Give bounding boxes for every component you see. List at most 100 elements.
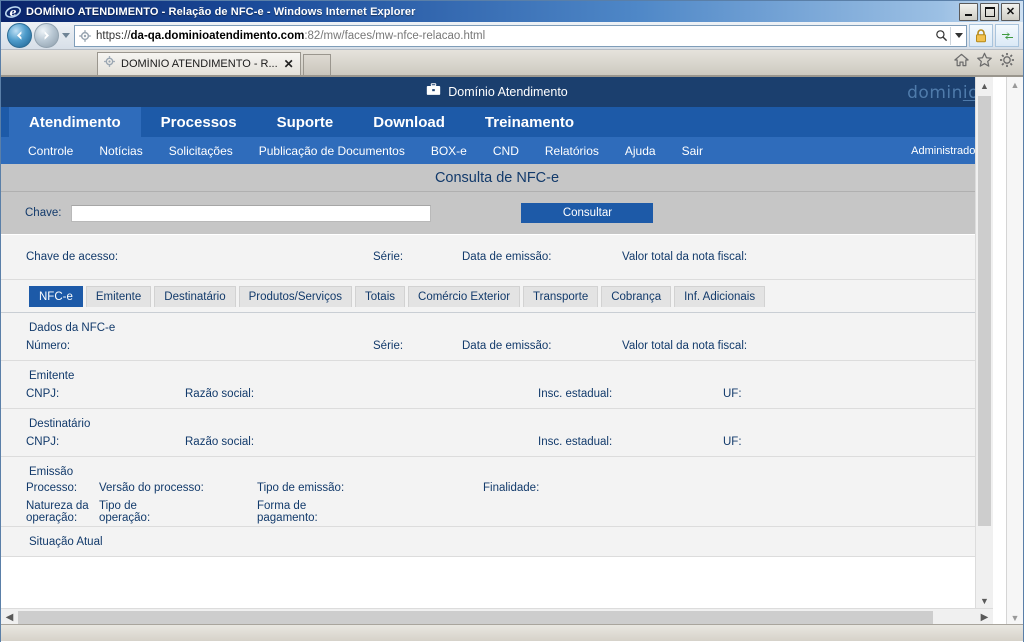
subnav-item-sair[interactable]: Sair bbox=[669, 144, 716, 158]
nav-item-treinamento[interactable]: Treinamento bbox=[465, 107, 594, 137]
scrollbar-thumb-vertical[interactable] bbox=[978, 96, 991, 526]
current-user-label: Administrador bbox=[911, 144, 979, 157]
tab-label: Cobrança bbox=[611, 290, 662, 303]
consultar-button[interactable]: Consultar bbox=[521, 203, 654, 223]
search-dropdown-icon[interactable] bbox=[950, 26, 966, 45]
main-navigation: Atendimento Processos Suporte Download T… bbox=[1, 107, 993, 137]
field-label-cnpj: CNPJ: bbox=[26, 436, 60, 448]
section-fields: Número: Série: Data de emissão: Valor to… bbox=[1, 334, 993, 360]
app-brand-label: Domínio Atendimento bbox=[448, 85, 568, 99]
subnav-item-noticias[interactable]: Notícias bbox=[86, 144, 155, 158]
field-label-serie: Série: bbox=[373, 340, 404, 352]
browser-window: e DOMÍNIO ATENDIMENTO - Relação de NFC-e… bbox=[0, 0, 1024, 643]
back-arrow-icon[interactable] bbox=[7, 23, 32, 48]
tab-label: Destinatário bbox=[164, 290, 226, 303]
url-path: :82/mw/faces/mw-nfce-relacao.html bbox=[304, 29, 486, 42]
section-emissao: Emissão Processo: Versão do processo: Ti… bbox=[1, 457, 993, 527]
tab-label: Emitente bbox=[95, 290, 142, 303]
summary-band: Chave de acesso: Série: Data de emissão:… bbox=[1, 235, 993, 280]
subnav-item-relatorios[interactable]: Relatórios bbox=[532, 144, 612, 158]
browser-scroll-up-icon[interactable]: ▲ bbox=[1007, 77, 1023, 93]
page-viewport: Domínio Atendimento dominio Atendimento … bbox=[1, 76, 1023, 643]
forward-arrow-icon[interactable] bbox=[34, 23, 59, 48]
compatibility-view-icon[interactable] bbox=[995, 24, 1019, 47]
page-title: Consulta de NFC-e bbox=[434, 169, 560, 186]
field-label-uf: UF: bbox=[723, 388, 742, 400]
tab-cobranca[interactable]: Cobrança bbox=[601, 285, 672, 307]
field-label-finalidade: Finalidade: bbox=[483, 482, 540, 494]
app-top-bar: Domínio Atendimento dominio bbox=[1, 77, 993, 107]
tab-totais[interactable]: Totais bbox=[354, 285, 406, 307]
search-magnifier-icon[interactable] bbox=[932, 29, 950, 42]
field-label-insc-estadual: Insc. estadual: bbox=[538, 436, 613, 448]
nav-label: Suporte bbox=[276, 113, 334, 131]
subnav-item-box-e[interactable]: BOX-e bbox=[418, 144, 480, 158]
field-label-forma-de-pagamento: Forma de pagamento: bbox=[257, 500, 318, 524]
subnav-item-solicitacoes[interactable]: Solicitações bbox=[156, 144, 246, 158]
window-title: DOMÍNIO ATENDIMENTO - Relação de NFC-e -… bbox=[26, 5, 416, 18]
field-label-natureza-da-operacao: Natureza da operação: bbox=[26, 500, 89, 524]
tools-gear-icon[interactable] bbox=[999, 52, 1015, 73]
svg-text:e: e bbox=[10, 6, 17, 19]
tab-produtos-servicos[interactable]: Produtos/Serviços bbox=[238, 285, 352, 307]
tab-label: Totais bbox=[364, 290, 396, 303]
section-dados-da-nfc-e: Dados da NFC-e Número: Série: Data de em… bbox=[1, 313, 993, 361]
chave-label: Chave: bbox=[25, 207, 62, 219]
tab-comercio-exterior[interactable]: Comércio Exterior bbox=[408, 285, 521, 307]
scroll-up-icon[interactable]: ▲ bbox=[976, 77, 993, 94]
status-bar bbox=[1, 624, 1023, 641]
url-host: da-qa.dominioatendimento.com bbox=[130, 29, 305, 42]
section-heading: Emissão bbox=[29, 466, 74, 478]
summary-label-data-de-emissao: Data de emissão: bbox=[462, 251, 552, 263]
subnav-item-ajuda[interactable]: Ajuda bbox=[612, 144, 669, 158]
tab-label: Produtos/Serviços bbox=[248, 290, 342, 303]
close-button[interactable]: ✕ bbox=[1001, 3, 1020, 21]
nav-label: Download bbox=[373, 113, 445, 131]
dominio-logo: dominio bbox=[907, 83, 979, 103]
tab-label: Transporte bbox=[533, 290, 589, 303]
scrollbar-thumb-horizontal[interactable] bbox=[18, 611, 933, 624]
section-heading: Situação Atual bbox=[29, 536, 103, 548]
field-label-razao-social: Razão social: bbox=[185, 436, 255, 448]
browser-vertical-scrollbar[interactable]: ▲ ▼ bbox=[1006, 77, 1023, 626]
section-fields: CNPJ: Razão social: Insc. estadual: UF: bbox=[1, 430, 993, 456]
tab-transporte[interactable]: Transporte bbox=[523, 285, 599, 307]
section-fields bbox=[1, 548, 993, 556]
browser-tab[interactable]: DOMÍNIO ATENDIMENTO - R... ✕ bbox=[97, 52, 301, 75]
subnav-item-controle[interactable]: Controle bbox=[15, 144, 86, 158]
padlock-icon[interactable] bbox=[969, 24, 993, 47]
nav-item-download[interactable]: Download bbox=[353, 107, 465, 137]
sub-navigation: Controle Notícias Solicitações Publicaçã… bbox=[1, 137, 993, 164]
page-gear-icon bbox=[103, 55, 116, 73]
browser-toolbar-right bbox=[953, 52, 1023, 75]
url-scheme: https:// bbox=[96, 29, 131, 42]
new-tab-button[interactable] bbox=[302, 54, 331, 75]
url-text: https://da-qa.dominioatendimento.com:82/… bbox=[96, 30, 932, 42]
chave-input[interactable] bbox=[71, 204, 432, 222]
tab-inf-adicionais[interactable]: Inf. Adicionais bbox=[674, 285, 766, 307]
page-title-bar: Consulta de NFC-e bbox=[1, 164, 993, 192]
scroll-down-icon[interactable]: ▼ bbox=[976, 592, 993, 609]
close-icon[interactable]: ✕ bbox=[283, 58, 295, 70]
tab-emitente[interactable]: Emitente bbox=[85, 285, 152, 307]
section-heading: Destinatário bbox=[29, 418, 91, 430]
home-icon[interactable] bbox=[953, 52, 970, 73]
tab-destinatario[interactable]: Destinatário bbox=[154, 285, 236, 307]
summary-label-chave-de-acesso: Chave de acesso: bbox=[26, 251, 119, 263]
nav-item-suporte[interactable]: Suporte bbox=[257, 107, 354, 137]
subnav-item-publicacao-de-documentos[interactable]: Publicação de Documentos bbox=[246, 144, 418, 158]
field-label-tipo-de-emissao: Tipo de emissão: bbox=[257, 482, 345, 494]
subnav-item-cnd[interactable]: CND bbox=[480, 144, 532, 158]
address-input[interactable]: https://da-qa.dominioatendimento.com:82/… bbox=[74, 24, 967, 47]
nav-item-processos[interactable]: Processos bbox=[141, 107, 257, 137]
page-vertical-scrollbar[interactable]: ▲ ▼ bbox=[975, 77, 993, 626]
history-dropdown-icon[interactable] bbox=[59, 24, 72, 47]
nav-item-atendimento[interactable]: Atendimento bbox=[9, 107, 141, 137]
detail-tabs: NFC-e Emitente Destinatário Produtos/Ser… bbox=[1, 280, 993, 313]
maximize-button[interactable] bbox=[980, 3, 999, 21]
favorites-star-icon[interactable] bbox=[976, 52, 993, 73]
tab-label: Comércio Exterior bbox=[418, 290, 511, 303]
field-label-uf: UF: bbox=[723, 436, 742, 448]
minimize-button[interactable] bbox=[959, 3, 978, 21]
tab-nfc-e[interactable]: NFC-e bbox=[29, 285, 83, 307]
